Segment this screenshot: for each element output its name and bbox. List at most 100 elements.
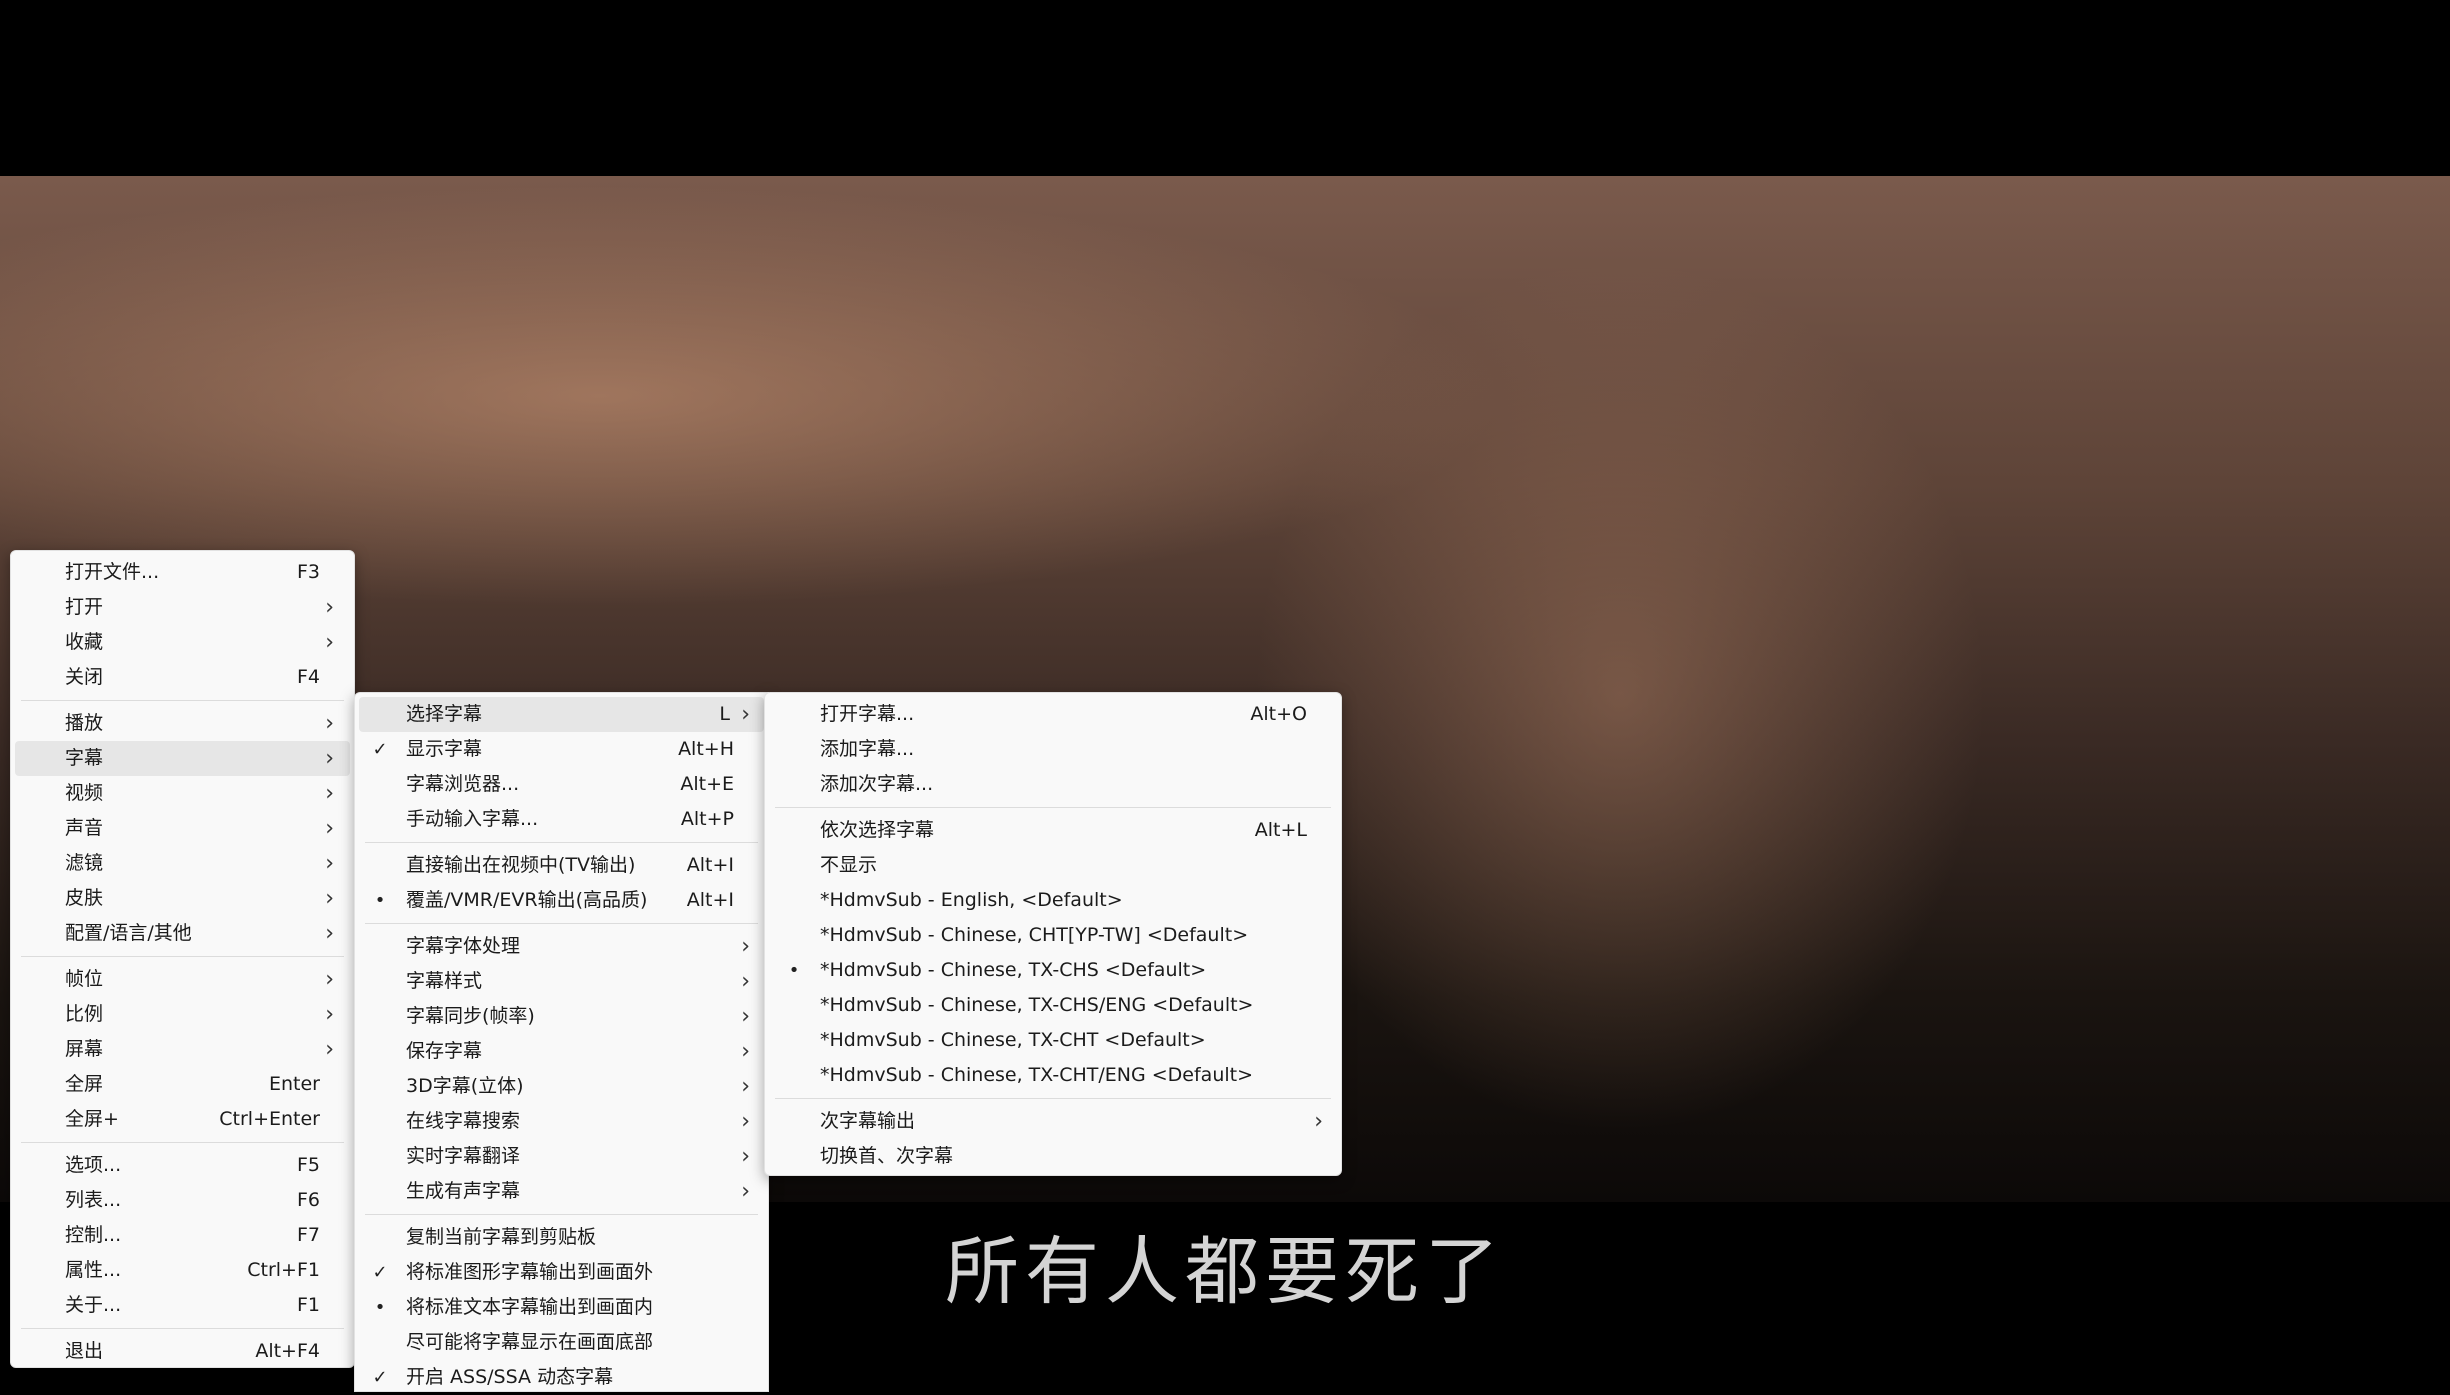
menu-item[interactable]: 帧位 › — [15, 962, 350, 997]
menu-item[interactable]: 添加次字幕... — [769, 767, 1337, 802]
menu-item[interactable]: 退出 Alt+F4 — [15, 1334, 350, 1369]
context-menu-main: 打开文件... F3 打开 › 收藏 › 关闭 F4 播放 › 字幕 › 视频 › 声音 › 滤镜 › 皮肤 › 配置/… — [10, 550, 355, 1368]
menu-item[interactable]: 比例 › — [15, 997, 350, 1032]
chevron-right-icon: › — [741, 1039, 750, 1064]
menu-item[interactable]: 在线字幕搜索 › — [359, 1104, 764, 1139]
menu-item-label: 3D字幕(立体) — [406, 1075, 524, 1097]
menu-item-label: *HdmvSub - Chinese, TX-CHS/ENG <Default> — [820, 994, 1254, 1016]
menu-item[interactable]: ✓ 显示字幕 Alt+H — [359, 732, 764, 767]
menu-separator — [21, 1328, 344, 1329]
checkmark-icon: ✓ — [372, 739, 388, 760]
menu-item-label: 帧位 — [65, 968, 104, 990]
menu-item[interactable]: ✓ 将标准图形字幕输出到画面外 — [359, 1255, 764, 1290]
menu-item-label: 字幕字体处理 — [406, 935, 521, 957]
menu-item-label: 打开字幕... — [820, 703, 915, 725]
menu-item[interactable]: *HdmvSub - Chinese, TX-CHT <Default> — [769, 1023, 1337, 1058]
menu-item[interactable]: *HdmvSub - Chinese, CHT[YP-TW] <Default> — [769, 918, 1337, 953]
menu-item[interactable]: 打开 › — [15, 590, 350, 625]
menu-item-label: *HdmvSub - Chinese, TX-CHS <Default> — [820, 959, 1207, 981]
menu-item[interactable]: 屏幕 › — [15, 1032, 350, 1067]
menu-item-label: 属性... — [65, 1259, 122, 1281]
menu-item[interactable]: 字幕字体处理 › — [359, 929, 764, 964]
menu-item[interactable]: 关于... F1 — [15, 1288, 350, 1323]
chevron-right-icon: › — [325, 781, 334, 806]
menu-item-shortcut: F1 — [296, 1294, 320, 1316]
menu-item[interactable]: 3D字幕(立体) › — [359, 1069, 764, 1104]
menu-item-label: 打开文件... — [65, 561, 160, 583]
menu-item[interactable]: 控制... F7 — [15, 1218, 350, 1253]
menu-item[interactable]: 打开文件... F3 — [15, 555, 350, 590]
menu-item[interactable]: 视频 › — [15, 776, 350, 811]
menu-separator — [21, 700, 344, 701]
menu-item[interactable]: 切换首、次字幕 — [769, 1139, 1337, 1174]
menu-item-label: 直接输出在视频中(TV输出) — [406, 854, 636, 876]
chevron-right-icon: › — [741, 1074, 750, 1099]
chevron-right-icon: › — [741, 1179, 750, 1204]
menu-item-label: 将标准文本字幕输出到画面内 — [406, 1296, 654, 1318]
menu-item[interactable]: • 将标准文本字幕输出到画面内 — [359, 1290, 764, 1325]
chevron-right-icon: › — [325, 746, 334, 771]
menu-item[interactable]: 字幕样式 › — [359, 964, 764, 999]
chevron-right-icon: › — [1314, 1109, 1323, 1134]
menu-item-label: *HdmvSub - Chinese, CHT[YP-TW] <Default> — [820, 924, 1249, 946]
menu-separator — [21, 1142, 344, 1143]
radio-dot-icon: • — [788, 960, 800, 981]
checkmark-icon: ✓ — [372, 1262, 388, 1283]
menu-item-label: *HdmvSub - English, <Default> — [820, 889, 1123, 911]
menu-item[interactable]: 关闭 F4 — [15, 660, 350, 695]
menu-item[interactable]: 实时字幕翻译 › — [359, 1139, 764, 1174]
menu-item-label: 选项... — [65, 1154, 122, 1176]
menu-item[interactable]: 保存字幕 › — [359, 1034, 764, 1069]
radio-dot-icon: • — [374, 890, 386, 911]
menu-item[interactable]: 复制当前字幕到剪贴板 — [359, 1220, 764, 1255]
menu-item[interactable]: 全屏 Enter — [15, 1067, 350, 1102]
menu-item[interactable]: 播放 › — [15, 706, 350, 741]
menu-item-shortcut: Alt+L — [1254, 819, 1307, 841]
menu-item[interactable]: 滤镜 › — [15, 846, 350, 881]
menu-item-label: 显示字幕 — [406, 738, 483, 760]
menu-item[interactable]: 皮肤 › — [15, 881, 350, 916]
menu-item[interactable]: 全屏+ Ctrl+Enter — [15, 1102, 350, 1137]
menu-item[interactable]: 选项... F5 — [15, 1148, 350, 1183]
menu-item-label: 添加字幕... — [820, 738, 915, 760]
menu-item[interactable]: • *HdmvSub - Chinese, TX-CHS <Default> — [769, 953, 1337, 988]
menu-item[interactable]: 列表... F6 — [15, 1183, 350, 1218]
menu-item-shortcut: Ctrl+Enter — [219, 1108, 320, 1130]
menu-item[interactable]: 声音 › — [15, 811, 350, 846]
menu-item[interactable]: 不显示 — [769, 848, 1337, 883]
menu-item[interactable]: 配置/语言/其他 › — [15, 916, 350, 951]
menu-item-label: 比例 — [65, 1003, 104, 1025]
chevron-right-icon: › — [325, 1037, 334, 1062]
menu-item-label: 关闭 — [65, 666, 104, 688]
menu-item[interactable]: *HdmvSub - English, <Default> — [769, 883, 1337, 918]
menu-item[interactable]: 字幕浏览器... Alt+E — [359, 767, 764, 802]
menu-item-label: 次字幕输出 — [820, 1110, 916, 1132]
menu-item[interactable]: 生成有声字幕 › — [359, 1174, 764, 1209]
menu-item[interactable]: 属性... Ctrl+F1 — [15, 1253, 350, 1288]
menu-item[interactable]: 打开字幕... Alt+O — [769, 697, 1337, 732]
chevron-right-icon: › — [741, 702, 750, 727]
menu-item-label: 不显示 — [820, 854, 878, 876]
menu-item[interactable]: 收藏 › — [15, 625, 350, 660]
menu-item[interactable]: *HdmvSub - Chinese, TX-CHS/ENG <Default> — [769, 988, 1337, 1023]
menu-item[interactable]: 添加字幕... — [769, 732, 1337, 767]
menu-item[interactable]: 字幕同步(帧率) › — [359, 999, 764, 1034]
menu-item[interactable]: • 覆盖/VMR/EVR输出(高品质) Alt+I — [359, 883, 764, 918]
menu-item[interactable]: 直接输出在视频中(TV输出) Alt+I — [359, 848, 764, 883]
menu-item[interactable]: 字幕 › — [15, 741, 350, 776]
menu-item-shortcut: Alt+E — [680, 773, 734, 795]
menu-item[interactable]: *HdmvSub - Chinese, TX-CHT/ENG <Default> — [769, 1058, 1337, 1093]
menu-item[interactable]: 手动输入字幕... Alt+P — [359, 802, 764, 837]
menu-item-label: 生成有声字幕 — [406, 1180, 521, 1202]
menu-item-label: 在线字幕搜索 — [406, 1110, 521, 1132]
menu-item-label: 复制当前字幕到剪贴板 — [406, 1226, 597, 1248]
menu-item-shortcut: Enter — [269, 1073, 320, 1095]
menu-item[interactable]: 次字幕输出 › — [769, 1104, 1337, 1139]
menu-separator — [775, 807, 1331, 808]
menu-item[interactable]: 尽可能将字幕显示在画面底部 — [359, 1325, 764, 1360]
radio-dot-icon: • — [374, 1297, 386, 1318]
menu-item[interactable]: 依次选择字幕 Alt+L — [769, 813, 1337, 848]
menu-item-label: 皮肤 — [65, 887, 104, 909]
menu-item[interactable]: 选择字幕 L › — [359, 697, 764, 732]
menu-item-label: 退出 — [65, 1340, 104, 1362]
